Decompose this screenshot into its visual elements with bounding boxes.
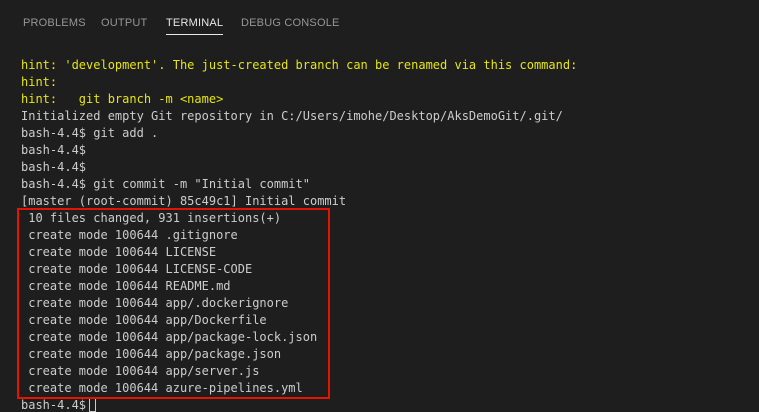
terminal-line: hint: git branch -m <name>	[21, 92, 224, 106]
terminal-line: bash-4.4$ git commit -m "Initial commit"	[21, 177, 310, 191]
terminal-line: Initialized empty Git repository in C:/U…	[21, 109, 563, 123]
highlight-box	[17, 208, 330, 399]
terminal-cursor	[89, 398, 97, 412]
prompt-text: bash-4.4$	[21, 398, 87, 412]
panel-tab-bar: PROBLEMS OUTPUT TERMINAL DEBUG CONSOLE	[0, 6, 759, 40]
tab-terminal[interactable]: TERMINAL	[166, 6, 224, 40]
terminal-line: hint:	[21, 75, 58, 89]
vscode-panel: PROBLEMS OUTPUT TERMINAL DEBUG CONSOLE h…	[0, 0, 759, 412]
terminal-line: bash-4.4$	[21, 143, 87, 157]
terminal-line: bash-4.4$ git add .	[21, 126, 159, 140]
terminal-prompt-line[interactable]: bash-4.4$	[21, 397, 97, 412]
terminal-line: hint: 'development'. The just-created br…	[21, 58, 578, 72]
tab-problems[interactable]: PROBLEMS	[23, 6, 86, 40]
terminal-output[interactable]: hint: 'development'. The just-created br…	[0, 40, 759, 412]
tab-output[interactable]: OUTPUT	[101, 6, 147, 40]
terminal-line: bash-4.4$	[21, 160, 87, 174]
tab-debug-console[interactable]: DEBUG CONSOLE	[241, 6, 340, 40]
